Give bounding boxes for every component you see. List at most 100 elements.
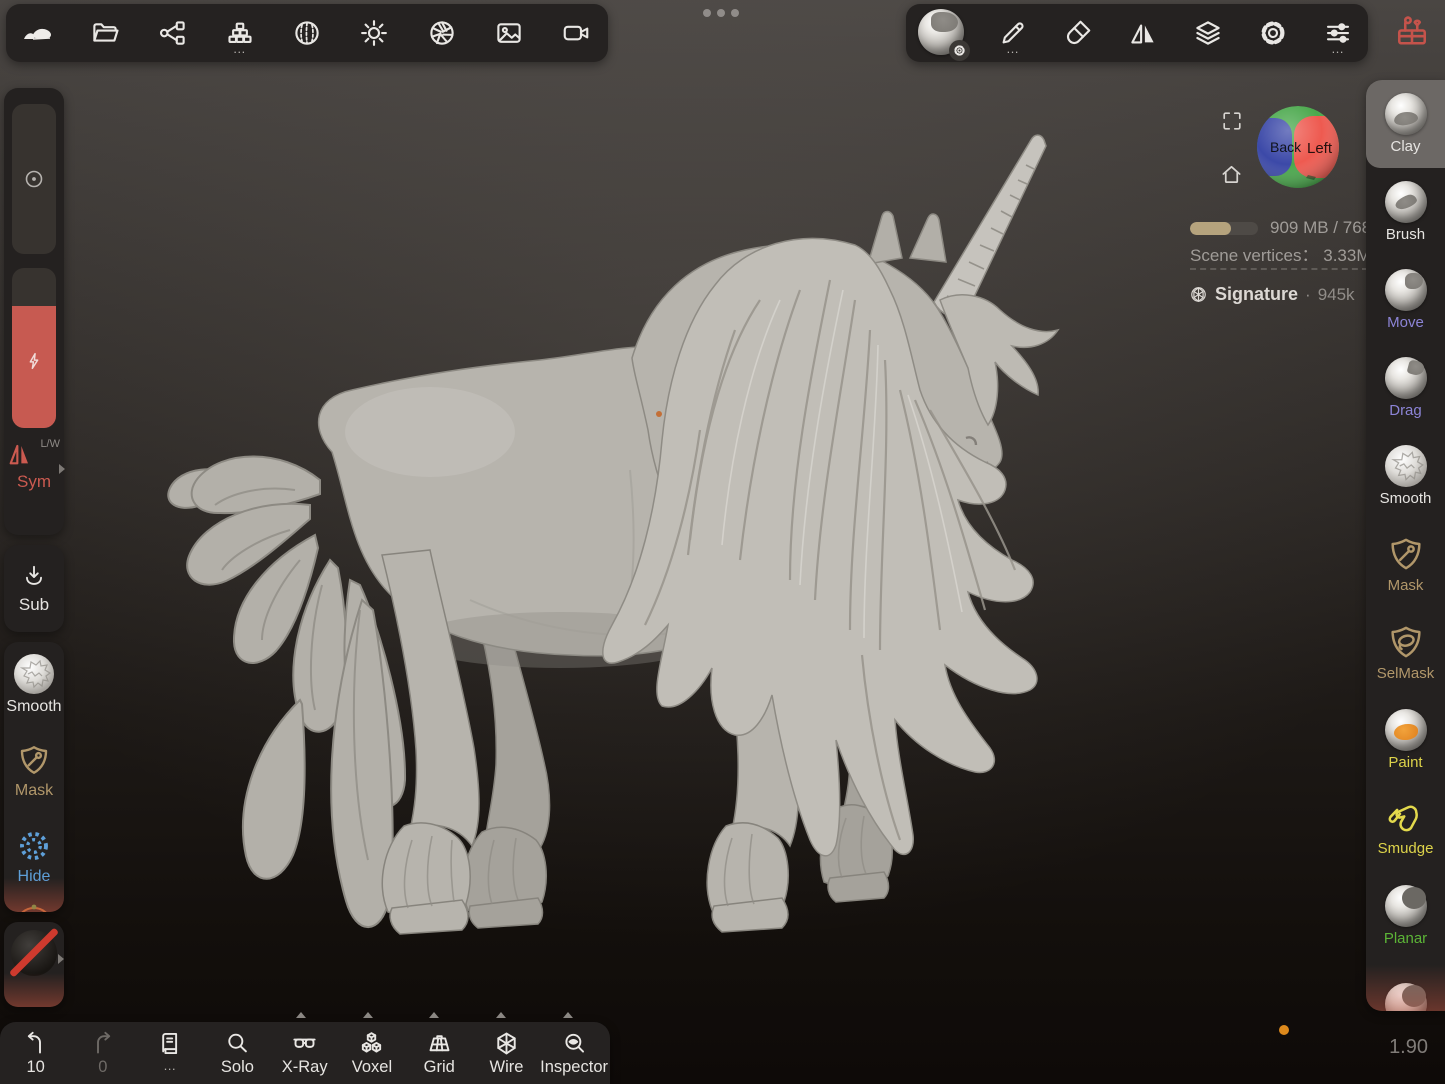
tool-smooth[interactable]: Smooth	[4, 642, 64, 728]
symmetry-toggle[interactable]: L/W Sym	[4, 440, 64, 492]
memory-bar	[1190, 222, 1258, 235]
lighting-sun-icon[interactable]	[356, 15, 392, 51]
background-image-icon[interactable]	[491, 15, 527, 51]
matcap-panel[interactable]	[4, 922, 64, 1007]
clay-sphere-icon	[1385, 93, 1427, 135]
home-icon[interactable]	[1219, 163, 1244, 186]
layers-icon[interactable]	[1190, 15, 1226, 51]
nav-left-label: Left	[1307, 140, 1333, 157]
scene-vertices-label: Scene vertices：	[1190, 246, 1319, 265]
scene-graph-icon[interactable]	[155, 15, 191, 51]
files-icon[interactable]	[87, 15, 123, 51]
multitask-handle[interactable]	[703, 9, 739, 17]
tool-smooth-label: Smooth	[6, 698, 61, 716]
move-sphere-icon	[1385, 269, 1427, 311]
postprocess-aperture-icon[interactable]	[424, 15, 460, 51]
rough-sphere-icon	[14, 654, 54, 694]
sym-label: Sym	[4, 472, 64, 492]
grid-label: Grid	[424, 1058, 455, 1077]
brush-item-move[interactable]: Move	[1366, 256, 1445, 344]
undo-button[interactable]: 10	[2, 1027, 69, 1084]
matcap-expand-caret[interactable]	[58, 954, 64, 964]
fullscreen-icon[interactable]	[1221, 110, 1243, 132]
history-button[interactable]: …	[137, 1027, 204, 1084]
history-more-dots: …	[163, 1058, 177, 1073]
radius-slider[interactable]	[12, 104, 56, 254]
brush-item-selmask[interactable]: SelMask	[1366, 608, 1445, 696]
zoom-level-label: 1.90	[1389, 1036, 1428, 1059]
tool-mask[interactable]: Mask	[4, 728, 64, 814]
signature-row[interactable]: Signature · 945k	[1189, 284, 1355, 305]
grid-toggle[interactable]: Grid	[406, 1027, 473, 1084]
sub-arrow-icon	[21, 563, 47, 589]
shield-brush-icon	[16, 742, 52, 778]
xray-caret-icon[interactable]	[296, 1012, 306, 1018]
brush-item-mask[interactable]: Mask	[1366, 520, 1445, 608]
redo-button[interactable]: 0	[69, 1027, 136, 1084]
top-left-toolbar: …	[6, 4, 608, 62]
sym-expand-caret[interactable]	[59, 464, 65, 474]
brush-item-planar[interactable]: Planar	[1366, 872, 1445, 960]
brush-label: Clay	[1390, 138, 1420, 155]
material-sphere-button[interactable]	[918, 9, 966, 57]
grid-caret-icon[interactable]	[429, 1012, 439, 1018]
interface-sliders-icon[interactable]: …	[1320, 15, 1356, 51]
solo-toggle[interactable]: Solo	[204, 1027, 271, 1084]
tool-hide[interactable]: Hide	[4, 814, 64, 900]
settings-gear-icon[interactable]	[1255, 15, 1291, 51]
undo-arrow-icon	[22, 1030, 49, 1057]
signature-separator: ·	[1305, 285, 1311, 305]
voxel-caret-icon[interactable]	[363, 1012, 373, 1018]
grid-plane-icon	[426, 1030, 453, 1057]
brush-item-drag[interactable]: Drag	[1366, 344, 1445, 432]
radius-dot-icon	[22, 167, 46, 191]
brush-item-partial[interactable]	[1366, 960, 1445, 1011]
navigation-sphere[interactable]: Back Left	[1256, 105, 1340, 189]
flatten-sphere-icon	[1385, 983, 1427, 1011]
brush-item-smooth[interactable]: Smooth	[1366, 432, 1445, 520]
brush-item-smudge[interactable]: Smudge	[1366, 784, 1445, 872]
inspector-toggle[interactable]: Inspector	[540, 1027, 608, 1084]
voxel-label: Voxel	[352, 1058, 392, 1077]
stroke-pencil-icon[interactable]: …	[995, 15, 1031, 51]
nomad-sculpt-app: …	[0, 0, 1445, 1084]
bottom-toolbar: 10 0 … Solo	[0, 1022, 610, 1084]
signature-label: Signature	[1215, 284, 1298, 305]
brush-label: Smooth	[1380, 490, 1432, 507]
voxel-toggle[interactable]: Voxel	[338, 1027, 405, 1084]
topology-sphere-icon[interactable]	[289, 15, 325, 51]
camera-video-icon[interactable]	[558, 15, 594, 51]
multires-pyramid-icon[interactable]: …	[222, 15, 258, 51]
brush-item-brush[interactable]: Brush	[1366, 168, 1445, 256]
brush-label: Mask	[1388, 577, 1424, 594]
brush-item-clay[interactable]: Clay	[1366, 80, 1445, 168]
transform-gizmo-icon[interactable]	[4, 894, 64, 912]
material-gear-badge[interactable]	[949, 40, 970, 61]
symmetry-icon[interactable]	[1125, 15, 1161, 51]
drag-sphere-icon	[1385, 357, 1427, 399]
scene-vertices: Scene vertices： 3.33M	[1190, 241, 1370, 266]
wire-caret-icon[interactable]	[496, 1012, 506, 1018]
shield-lasso-icon	[1386, 622, 1426, 662]
inspector-caret-icon[interactable]	[563, 1012, 573, 1018]
symmetry-triangles-icon	[4, 440, 36, 468]
toolbox-icon[interactable]	[1392, 10, 1432, 54]
sub-tool-panel[interactable]: Sub	[4, 545, 64, 632]
stats-divider	[1190, 268, 1368, 270]
nav-back-label: Back	[1270, 139, 1302, 155]
nomad-logo-icon[interactable]	[20, 15, 56, 51]
smudge-finger-icon	[1387, 799, 1425, 837]
xray-toggle[interactable]: X-Ray	[271, 1027, 338, 1084]
intensity-slider[interactable]	[12, 268, 56, 428]
brush-label: Paint	[1388, 754, 1422, 771]
wire-toggle[interactable]: Wire	[473, 1027, 540, 1084]
intensity-slider-fill	[12, 306, 56, 428]
painting-brush-icon[interactable]	[1060, 15, 1096, 51]
brush-item-paint[interactable]: Paint	[1366, 696, 1445, 784]
rough-sphere-icon	[1385, 445, 1427, 487]
tool-mask-label: Mask	[15, 782, 53, 800]
history-book-icon	[157, 1030, 184, 1057]
brush-label: Move	[1387, 314, 1424, 331]
lightning-icon	[23, 350, 45, 372]
shield-brush-icon	[1386, 534, 1426, 574]
